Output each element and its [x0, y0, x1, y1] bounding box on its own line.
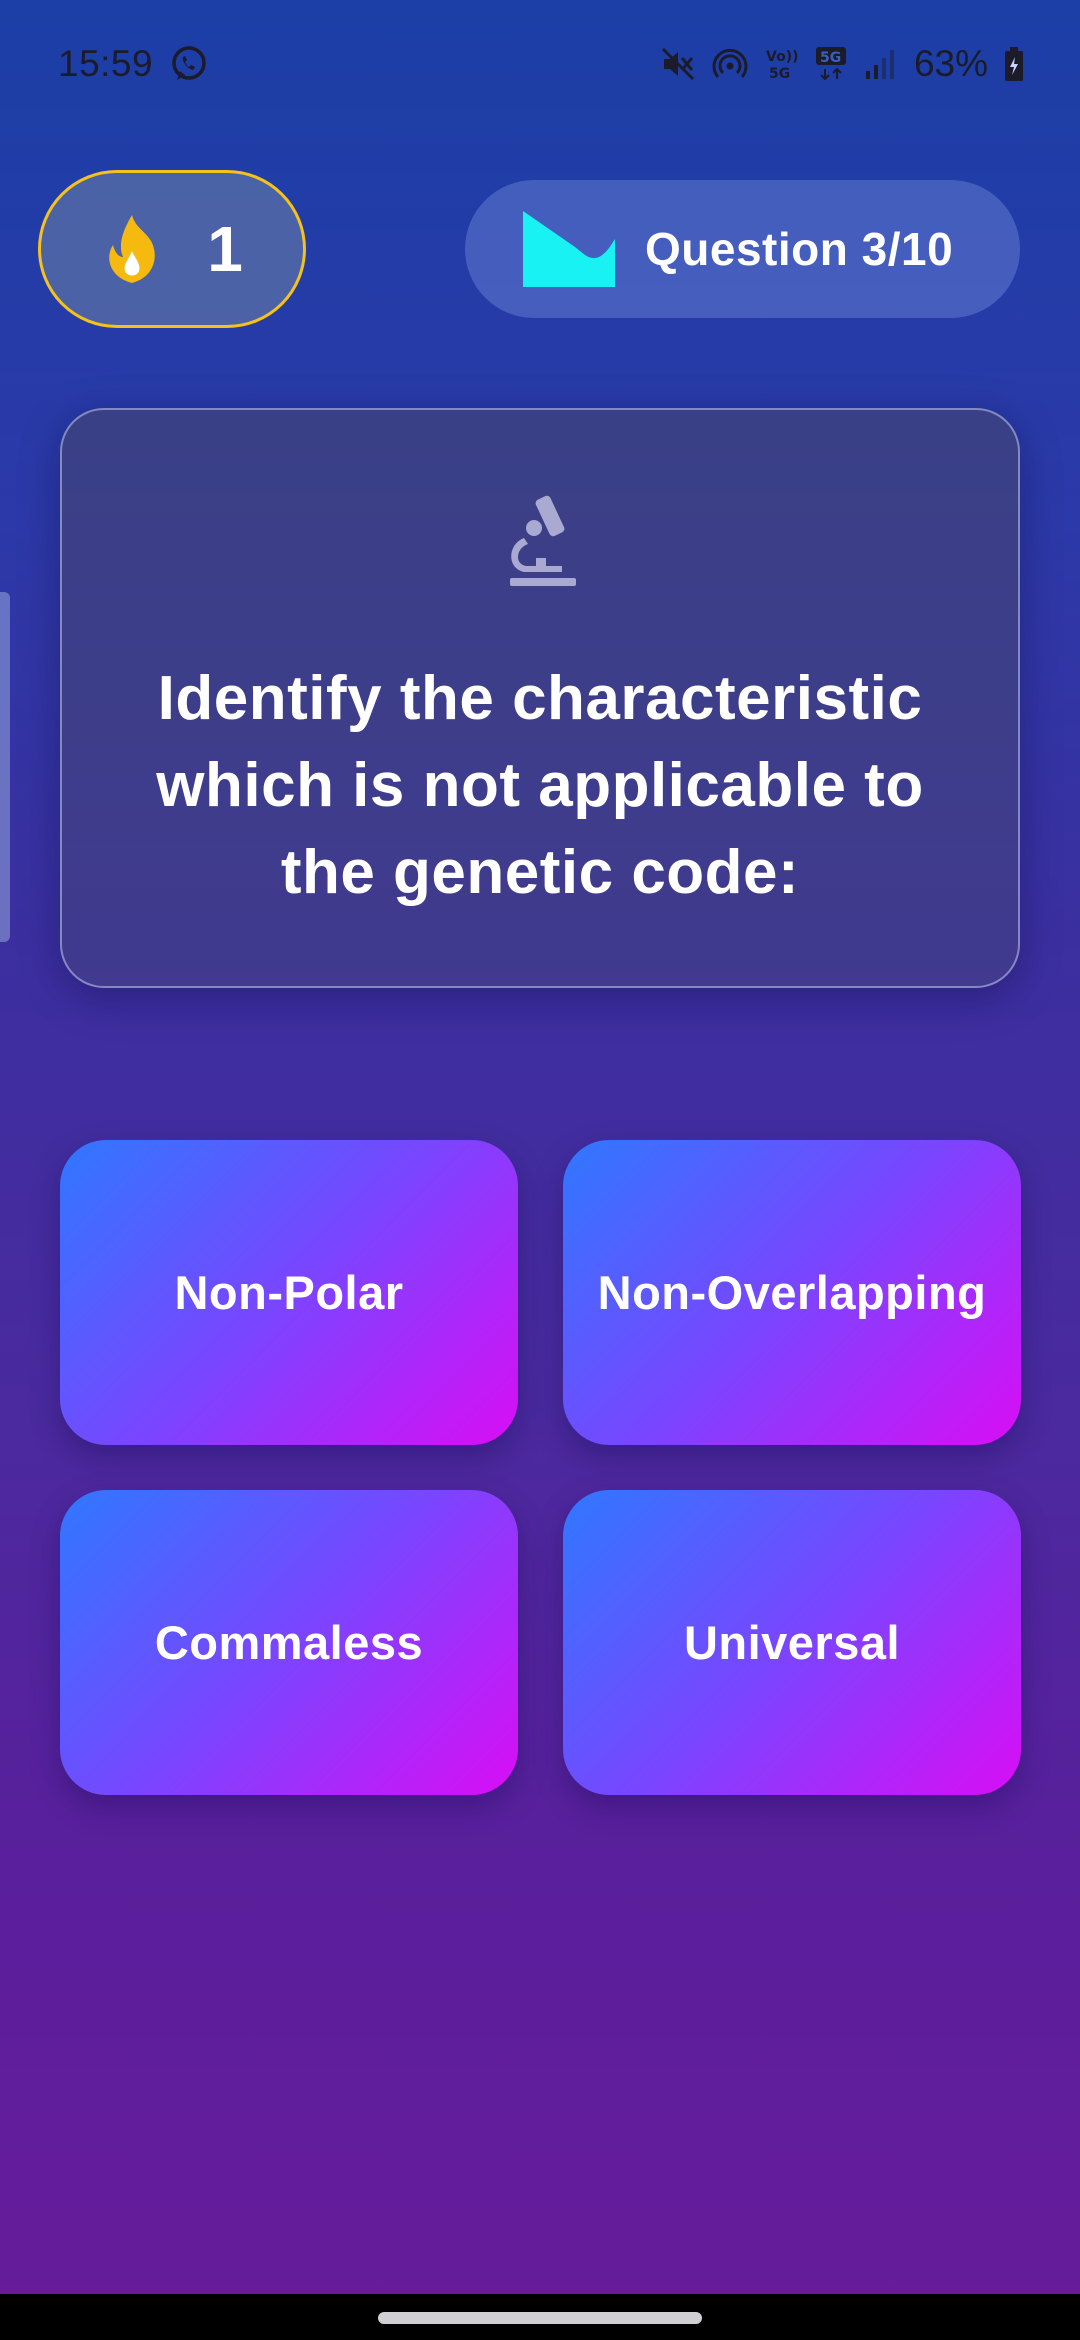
flame-icon — [101, 213, 163, 285]
status-time: 15:59 — [58, 43, 154, 84]
microscope-icon — [502, 494, 578, 595]
mute-icon — [660, 46, 696, 82]
svg-text:5G: 5G — [769, 66, 790, 82]
question-progress: Question 3/10 — [465, 180, 1020, 318]
answer-option-3[interactable]: Commaless — [60, 1490, 518, 1795]
5g-icon: 5G — [814, 45, 848, 83]
chart-icon — [523, 211, 615, 287]
question-counter: Question 3/10 — [645, 223, 954, 275]
volte-5g-icon: Vo)) 5G — [764, 46, 798, 82]
status-bar: 15:59 Vo)) 5G 5G 63% — [0, 0, 1080, 128]
answer-option-1[interactable]: Non-Polar — [60, 1140, 518, 1445]
battery-icon — [1004, 46, 1024, 82]
status-right: Vo)) 5G 5G 63% — [660, 43, 1024, 85]
signal-icon — [864, 47, 898, 81]
question-text: Identify the characteristic which is not… — [156, 664, 924, 907]
question-card: Identify the characteristic which is not… — [60, 408, 1020, 988]
answer-option-4[interactable]: Universal — [563, 1490, 1021, 1795]
answer-option-2[interactable]: Non-Overlapping — [563, 1140, 1021, 1445]
status-left: 15:59 — [58, 43, 209, 85]
svg-text:5G: 5G — [820, 50, 841, 66]
battery-percentage: 63% — [913, 43, 988, 84]
streak-count: 1 — [207, 213, 243, 285]
home-indicator[interactable] — [378, 2312, 702, 2324]
streak-badge: 1 — [38, 170, 306, 328]
edge-panel-handle[interactable] — [0, 592, 10, 942]
hotspot-icon — [712, 46, 748, 82]
navigation-bar — [0, 2294, 1080, 2340]
whatsapp-icon — [169, 44, 209, 84]
svg-text:Vo)): Vo)) — [766, 49, 798, 65]
